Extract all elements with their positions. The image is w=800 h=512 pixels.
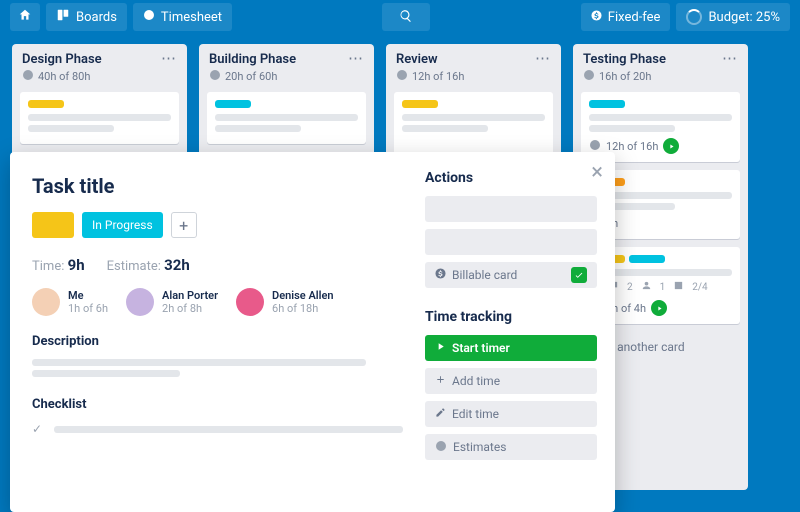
estimate-value: 32h	[164, 256, 190, 274]
column-title[interactable]: Design Phase	[22, 52, 102, 67]
label-yellow	[402, 100, 438, 108]
edit-time-button[interactable]: Edit time	[425, 401, 597, 427]
column-menu-icon[interactable]: ⋯	[348, 52, 364, 62]
estimates-button[interactable]: Estimates	[425, 434, 597, 460]
member-name: Me	[68, 289, 108, 302]
home-icon	[18, 8, 32, 26]
dollar-icon	[435, 268, 446, 282]
actions-heading: Actions	[425, 170, 597, 186]
add-time-button[interactable]: Add time	[425, 368, 597, 394]
task-modal: × Task title In Progress + Time: 9h Esti…	[10, 152, 615, 512]
column-subtext: 40h of 80h	[38, 70, 90, 83]
close-icon[interactable]: ×	[591, 160, 603, 185]
timesheet-button[interactable]: Timesheet	[133, 3, 232, 31]
column-title[interactable]: Review	[396, 52, 464, 67]
label-yellow	[28, 100, 64, 108]
clock-icon	[396, 69, 408, 84]
column-menu-icon[interactable]: ⋯	[161, 52, 177, 62]
column-subtext: 20h of 60h	[225, 70, 277, 83]
action-button[interactable]: .	[425, 196, 597, 222]
attachment-icon	[641, 280, 652, 294]
time-label: Time:	[32, 259, 64, 274]
plus-icon	[435, 374, 446, 388]
add-time-label: Add time	[452, 374, 500, 388]
add-label-button[interactable]: +	[171, 212, 197, 238]
member[interactable]: Alan Porter2h of 8h	[126, 288, 218, 316]
column-title[interactable]: Testing Phase	[583, 52, 666, 67]
time-tracking-heading: Time tracking	[425, 309, 597, 325]
comments-count: 2	[627, 282, 633, 293]
column-menu-icon[interactable]: ⋯	[722, 52, 738, 62]
pencil-icon	[435, 407, 446, 421]
fixed-fee-label: Fixed-fee	[608, 10, 661, 25]
clock-icon	[22, 69, 34, 84]
label-cyan	[215, 100, 251, 108]
clock-icon	[209, 69, 221, 84]
estimates-label: Estimates	[453, 440, 506, 454]
billable-label: Billable card	[452, 268, 517, 282]
boards-label: Boards	[76, 10, 117, 25]
fixed-fee-button[interactable]: Fixed-fee	[581, 3, 671, 31]
column-menu-icon[interactable]: ⋯	[535, 52, 551, 62]
clock-icon	[583, 69, 595, 84]
label-swatch-yellow[interactable]	[32, 212, 74, 238]
checklist-heading: Checklist	[32, 397, 403, 412]
timesheet-label: Timesheet	[161, 10, 222, 25]
play-icon	[435, 341, 446, 355]
label-cyan	[629, 255, 665, 263]
card[interactable]	[207, 92, 366, 144]
checklist-count: 2/4	[692, 282, 707, 293]
users-count: 1	[660, 282, 666, 293]
estimate-label: Estimate:	[107, 259, 161, 274]
checklist-item[interactable]: ✓	[32, 422, 403, 436]
member-name: Alan Porter	[162, 289, 218, 302]
clock-icon	[143, 9, 155, 25]
member-time: 2h of 8h	[162, 302, 218, 315]
status-badge[interactable]: In Progress	[82, 212, 163, 238]
column-subtext: 12h of 16h	[412, 70, 464, 83]
task-title[interactable]: Task title	[32, 174, 403, 198]
avatar	[236, 288, 264, 316]
clock-icon	[435, 440, 447, 455]
dollar-icon	[591, 10, 602, 25]
checkmark-icon	[571, 267, 587, 283]
billable-toggle[interactable]: Billable card	[425, 262, 597, 288]
member-time: 1h of 6h	[68, 302, 108, 315]
member-time: 6h of 18h	[272, 302, 334, 315]
start-timer-label: Start timer	[452, 341, 510, 355]
play-icon[interactable]	[651, 300, 667, 316]
avatar	[32, 288, 60, 316]
budget-button[interactable]: Budget: 25%	[676, 3, 790, 31]
boards-icon	[56, 8, 70, 26]
member[interactable]: Denise Allen6h of 18h	[236, 288, 334, 316]
card-time: 12h of 16h	[606, 140, 658, 153]
search-icon	[399, 8, 413, 27]
progress-icon	[686, 9, 702, 25]
check-icon: ✓	[32, 422, 46, 436]
action-button[interactable]: .	[425, 229, 597, 255]
budget-label: Budget: 25%	[708, 10, 780, 25]
time-value: 9h	[68, 256, 85, 274]
start-timer-button[interactable]: Start timer	[425, 335, 597, 361]
play-icon[interactable]	[663, 138, 679, 154]
description-heading: Description	[32, 334, 403, 349]
member-name: Denise Allen	[272, 289, 334, 302]
home-button[interactable]	[10, 3, 40, 31]
card[interactable]	[20, 92, 179, 144]
member[interactable]: Me1h of 6h	[32, 288, 108, 316]
label-cyan	[589, 100, 625, 108]
search-input[interactable]	[382, 3, 430, 31]
boards-button[interactable]: Boards	[46, 3, 127, 31]
avatar	[126, 288, 154, 316]
checklist-icon	[673, 280, 684, 294]
edit-time-label: Edit time	[452, 407, 499, 421]
column-subtext: 16h of 20h	[599, 70, 651, 83]
column-title[interactable]: Building Phase	[209, 52, 296, 67]
